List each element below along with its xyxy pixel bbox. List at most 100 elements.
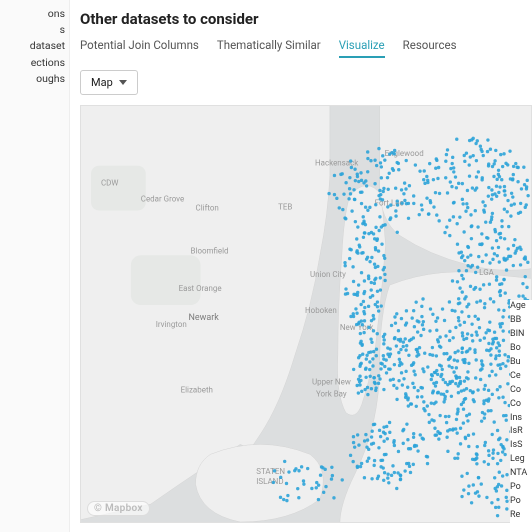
data-point[interactable] [502, 278, 505, 281]
data-point[interactable] [437, 166, 440, 169]
data-point[interactable] [414, 300, 417, 303]
data-point[interactable] [382, 187, 385, 190]
data-point[interactable] [389, 352, 392, 355]
data-point[interactable] [467, 362, 470, 365]
data-point[interactable] [501, 474, 504, 477]
data-point[interactable] [431, 346, 434, 349]
data-point[interactable] [363, 476, 366, 479]
data-point[interactable] [499, 289, 502, 292]
data-point[interactable] [469, 213, 472, 216]
data-point[interactable] [483, 444, 486, 447]
data-point[interactable] [356, 252, 359, 255]
data-point[interactable] [427, 212, 430, 215]
data-point[interactable] [435, 329, 438, 332]
data-point[interactable] [375, 348, 378, 351]
data-point[interactable] [501, 165, 504, 168]
data-point[interactable] [349, 454, 352, 457]
data-point[interactable] [370, 319, 373, 322]
data-point[interactable] [519, 202, 522, 205]
data-point[interactable] [499, 325, 502, 328]
data-point[interactable] [456, 243, 459, 246]
map-container[interactable]: NewarkNew YorkCliftonCedar GroveBloomfie… [80, 105, 532, 523]
data-point[interactable] [404, 396, 407, 399]
data-point[interactable] [393, 152, 396, 155]
data-point[interactable] [377, 309, 380, 312]
data-point[interactable] [466, 377, 469, 380]
data-point[interactable] [500, 178, 503, 181]
data-point[interactable] [489, 347, 492, 350]
data-point[interactable] [352, 368, 355, 371]
data-point[interactable] [487, 194, 490, 197]
data-point[interactable] [352, 441, 355, 444]
data-point[interactable] [359, 171, 362, 174]
data-point[interactable] [497, 232, 500, 235]
data-point[interactable] [411, 382, 414, 385]
data-point[interactable] [498, 385, 501, 388]
data-point[interactable] [513, 238, 516, 241]
data-point[interactable] [443, 319, 446, 322]
data-point[interactable] [353, 198, 356, 201]
data-point[interactable] [434, 384, 437, 387]
data-point[interactable] [453, 358, 456, 361]
data-point[interactable] [368, 368, 371, 371]
data-point[interactable] [453, 351, 456, 354]
data-point[interactable] [459, 382, 462, 385]
data-point[interactable] [422, 370, 425, 373]
data-point[interactable] [452, 170, 455, 173]
data-point[interactable] [357, 443, 360, 446]
data-point[interactable] [402, 192, 405, 195]
data-point[interactable] [484, 220, 487, 223]
data-point[interactable] [460, 351, 463, 354]
data-point[interactable] [444, 334, 447, 337]
data-point[interactable] [426, 404, 429, 407]
data-point[interactable] [468, 139, 471, 142]
data-point[interactable] [403, 469, 406, 472]
data-point[interactable] [475, 333, 478, 336]
data-point[interactable] [505, 500, 508, 503]
data-point[interactable] [472, 432, 475, 435]
data-point[interactable] [380, 304, 383, 307]
data-point[interactable] [442, 400, 445, 403]
data-point[interactable] [489, 362, 492, 365]
data-point[interactable] [385, 371, 388, 374]
data-point[interactable] [412, 309, 415, 312]
data-point[interactable] [402, 345, 405, 348]
data-point[interactable] [416, 350, 419, 353]
data-point[interactable] [439, 392, 442, 395]
data-point[interactable] [360, 462, 363, 465]
data-point[interactable] [503, 401, 506, 404]
data-point[interactable] [389, 378, 392, 381]
data-point[interactable] [351, 460, 354, 463]
data-point[interactable] [359, 340, 362, 343]
data-point[interactable] [488, 261, 491, 264]
data-point[interactable] [488, 283, 491, 286]
data-point[interactable] [373, 376, 376, 379]
data-point[interactable] [482, 154, 485, 157]
data-point[interactable] [374, 246, 377, 249]
data-point[interactable] [448, 382, 451, 385]
data-point[interactable] [370, 387, 373, 390]
data-point[interactable] [491, 457, 494, 460]
data-point[interactable] [405, 309, 408, 312]
data-point[interactable] [500, 282, 503, 285]
data-point[interactable] [342, 192, 345, 195]
data-point[interactable] [282, 498, 285, 501]
data-point[interactable] [467, 315, 470, 318]
data-point[interactable] [361, 323, 364, 326]
data-point[interactable] [422, 437, 425, 440]
data-point[interactable] [359, 332, 362, 335]
data-point[interactable] [476, 266, 479, 269]
data-point[interactable] [430, 373, 433, 376]
data-point[interactable] [469, 155, 472, 158]
data-point[interactable] [420, 203, 423, 206]
data-point[interactable] [431, 313, 434, 316]
data-point[interactable] [496, 452, 499, 455]
data-point[interactable] [354, 179, 357, 182]
data-point[interactable] [377, 446, 380, 449]
data-point[interactable] [452, 336, 455, 339]
data-point[interactable] [505, 268, 508, 271]
data-point[interactable] [382, 354, 385, 357]
data-point[interactable] [472, 390, 475, 393]
data-point[interactable] [487, 389, 490, 392]
data-point[interactable] [393, 315, 396, 318]
